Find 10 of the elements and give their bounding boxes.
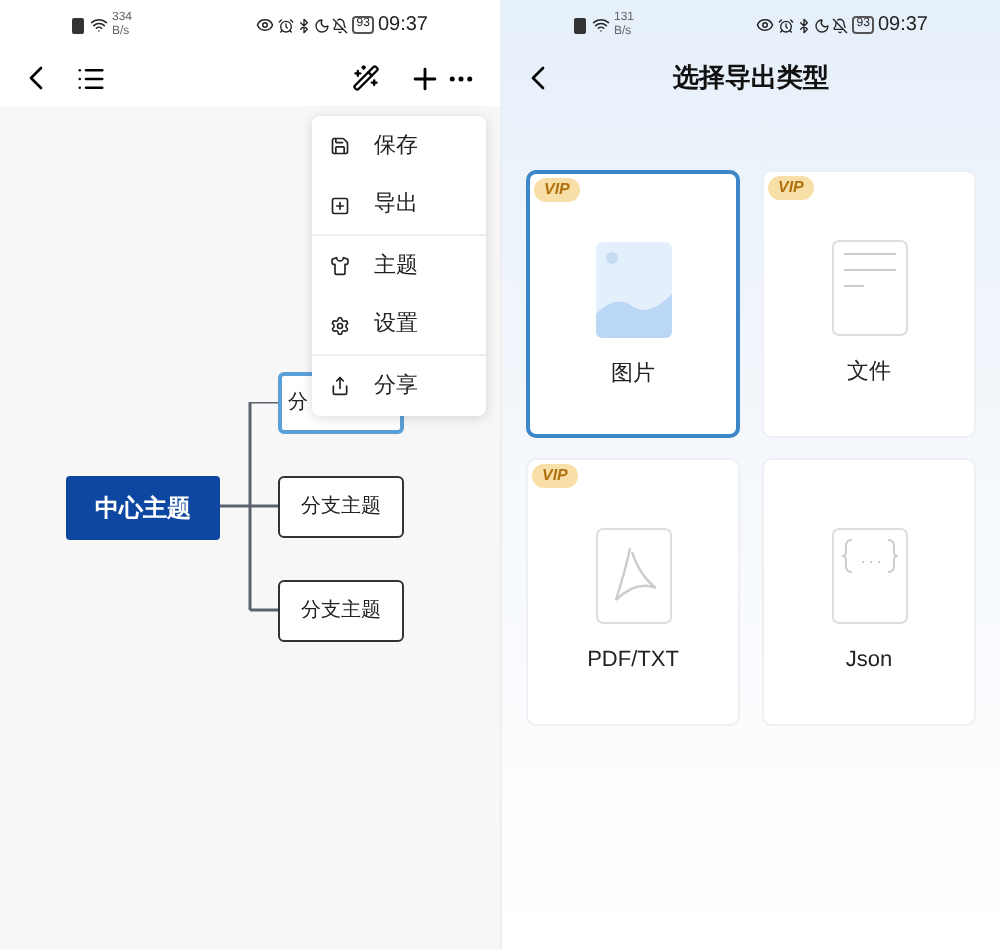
clock-time: 09:37 (877, 12, 928, 40)
option-label: PDF/TXT (587, 646, 679, 676)
vip-badge: VIP (534, 178, 580, 202)
vip-badge: VIP (532, 464, 578, 488)
clock-time: 09:37 (377, 12, 428, 40)
vip-badge: VIP (768, 176, 814, 200)
option-label: Json (845, 646, 893, 676)
option-label: 文件 (847, 357, 891, 388)
option-label: 图片 (611, 360, 655, 390)
page-title: 选择导出类型 (673, 60, 829, 97)
